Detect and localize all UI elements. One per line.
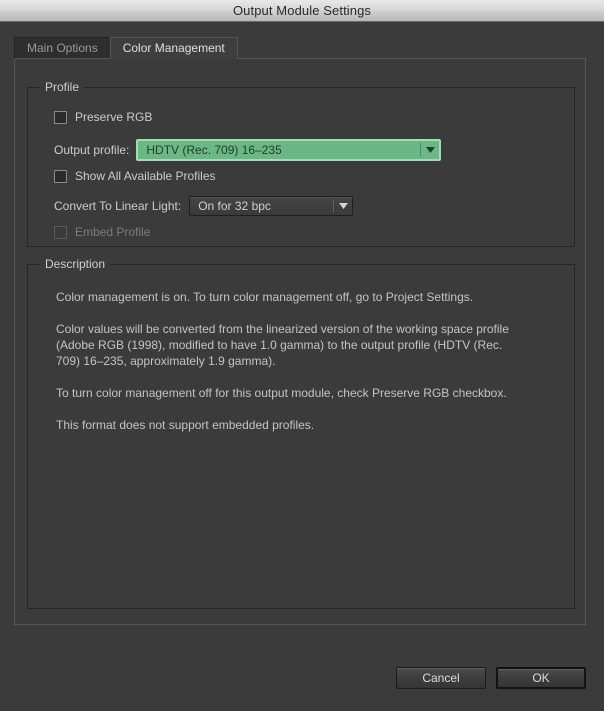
embed-profile-checkbox [54,225,67,239]
convert-linear-light-row: Convert To Linear Light: On for 32 bpc [54,196,354,216]
tab-main-options[interactable]: Main Options [14,37,111,59]
tab-color-management[interactable]: Color Management [109,37,238,59]
show-all-profiles-label: Show All Available Profiles [75,169,216,183]
tab-panel-color-management: Profile Preserve RGB Output profile: HDT… [14,58,586,625]
chevron-down-icon [421,147,439,153]
output-profile-label: Output profile: [54,143,130,157]
description-paragraph: To turn color management off for this ou… [56,386,507,400]
tab-color-management-label: Color Management [122,41,225,55]
tab-bar: Main Options Color Management [14,37,238,59]
window-title: Output Module Settings [232,3,372,18]
cancel-button[interactable]: Cancel [396,667,486,689]
dialog-footer: Cancel OK [0,667,604,711]
description-paragraph: Color management is on. To turn color ma… [56,290,474,304]
show-all-profiles-checkbox[interactable] [54,169,67,183]
description-paragraph: This format does not support embedded pr… [56,418,315,432]
embed-profile-row: Embed Profile [54,225,150,239]
output-profile-dropdown[interactable]: HDTV (Rec. 709) 16–235 [136,139,442,161]
profile-group: Profile Preserve RGB Output profile: HDT… [27,80,575,247]
preserve-rgb-label: Preserve RGB [75,110,153,124]
ok-button-label: OK [532,671,550,685]
profile-group-legend: Profile [40,80,85,94]
show-all-profiles-row[interactable]: Show All Available Profiles [54,169,216,183]
preserve-rgb-row[interactable]: Preserve RGB [54,110,152,124]
convert-linear-light-label: Convert To Linear Light: [54,199,182,213]
dialog-body: Main Options Color Management Profile Pr… [0,22,604,689]
description-text: Color management is on. To turn color ma… [56,289,526,433]
window-titlebar: Output Module Settings [0,0,604,22]
cancel-button-label: Cancel [422,671,460,685]
preserve-rgb-checkbox[interactable] [54,110,67,124]
description-group-legend: Description [40,257,111,271]
convert-linear-light-value: On for 32 bpc [198,199,271,213]
output-profile-row: Output profile: HDTV (Rec. 709) 16–235 [54,139,442,161]
description-group: Description Color management is on. To t… [27,257,575,609]
chevron-down-icon [334,203,352,209]
description-paragraph: Color values will be converted from the … [56,322,509,368]
tab-main-options-label: Main Options [27,41,98,55]
embed-profile-label: Embed Profile [75,225,151,239]
output-profile-value: HDTV (Rec. 709) 16–235 [146,143,282,157]
ok-button[interactable]: OK [496,667,586,689]
convert-linear-light-dropdown[interactable]: On for 32 bpc [189,196,354,216]
